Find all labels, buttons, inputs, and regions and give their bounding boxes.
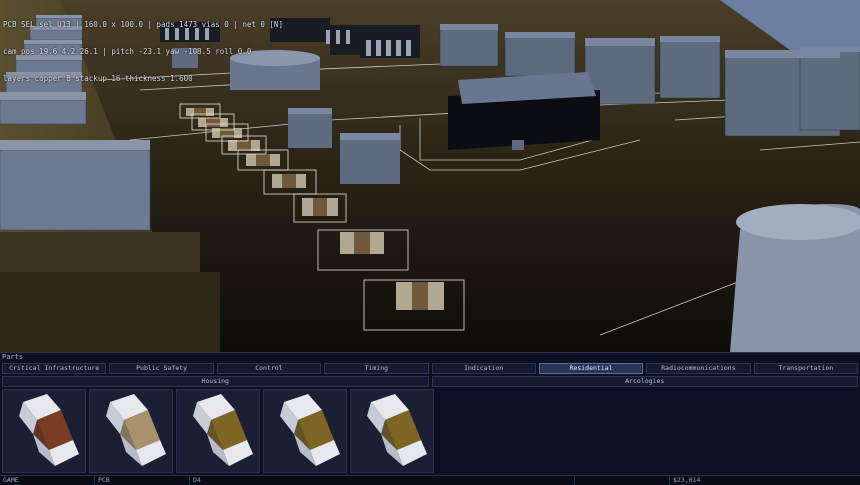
tab-public-safety[interactable]: Public Safety	[109, 363, 214, 374]
capacitor-chip-icon	[280, 394, 340, 466]
capacitor-chip-icon	[367, 394, 427, 466]
part-capacitor-chip-olive-1[interactable]	[176, 389, 260, 473]
parts-grid	[2, 389, 434, 475]
subcategory-tabs: Housing Arcologies	[2, 376, 858, 387]
hud-line-layers: layers copper B stackup 16 thickness 1.6…	[3, 74, 193, 83]
left-block-front	[0, 272, 220, 352]
tab-control[interactable]: Control	[216, 363, 322, 374]
capacitor-chip-icon	[106, 394, 166, 466]
left-block-shadow	[0, 232, 200, 272]
right-cylinder-top	[736, 204, 860, 240]
large-ic-pad	[512, 140, 524, 150]
game-viewport[interactable]: PCB SEL sel U13 | 160.0 x 100.0 | pads 1…	[0, 0, 860, 352]
category-tabs: Critical Infrastructure Public Safety Cont…	[2, 363, 858, 374]
tab-timing[interactable]: Timing	[324, 363, 429, 374]
tab-transportation[interactable]: Transportation	[753, 363, 858, 374]
subtab-housing[interactable]: Housing	[2, 376, 429, 387]
hud-line-selection: PCB SEL sel U13 | 160.0 x 100.0 | pads 1…	[3, 20, 283, 29]
part-capacitor-chip-olive-3[interactable]	[350, 389, 434, 473]
tab-radiocommunications[interactable]: Radiocommunications	[646, 363, 751, 374]
tab-indication[interactable]: Indication	[431, 363, 536, 374]
debug-hud: PCB SEL sel U13 | 160.0 x 100.0 | pads 1…	[3, 2, 283, 101]
capacitor-chip-icon	[19, 394, 79, 466]
part-capacitor-chip-tan[interactable]	[89, 389, 173, 473]
part-capacitor-chip-brown[interactable]	[2, 389, 86, 473]
parts-panel: Parts Critical Infrastructure Public Safe…	[0, 352, 860, 485]
capacitor-chip-icon	[193, 394, 253, 466]
hud-line-camera: cam pos 19.6 4.2 26.1 | pitch -23.1 yaw …	[3, 47, 252, 56]
tab-residential[interactable]: Residential	[538, 363, 644, 374]
panel-title: Parts	[2, 353, 24, 361]
subtab-arcologies[interactable]: Arcologies	[431, 376, 858, 387]
part-capacitor-chip-olive-2[interactable]	[263, 389, 347, 473]
tab-critical-infrastructure[interactable]: Critical Infrastructure	[2, 363, 107, 374]
